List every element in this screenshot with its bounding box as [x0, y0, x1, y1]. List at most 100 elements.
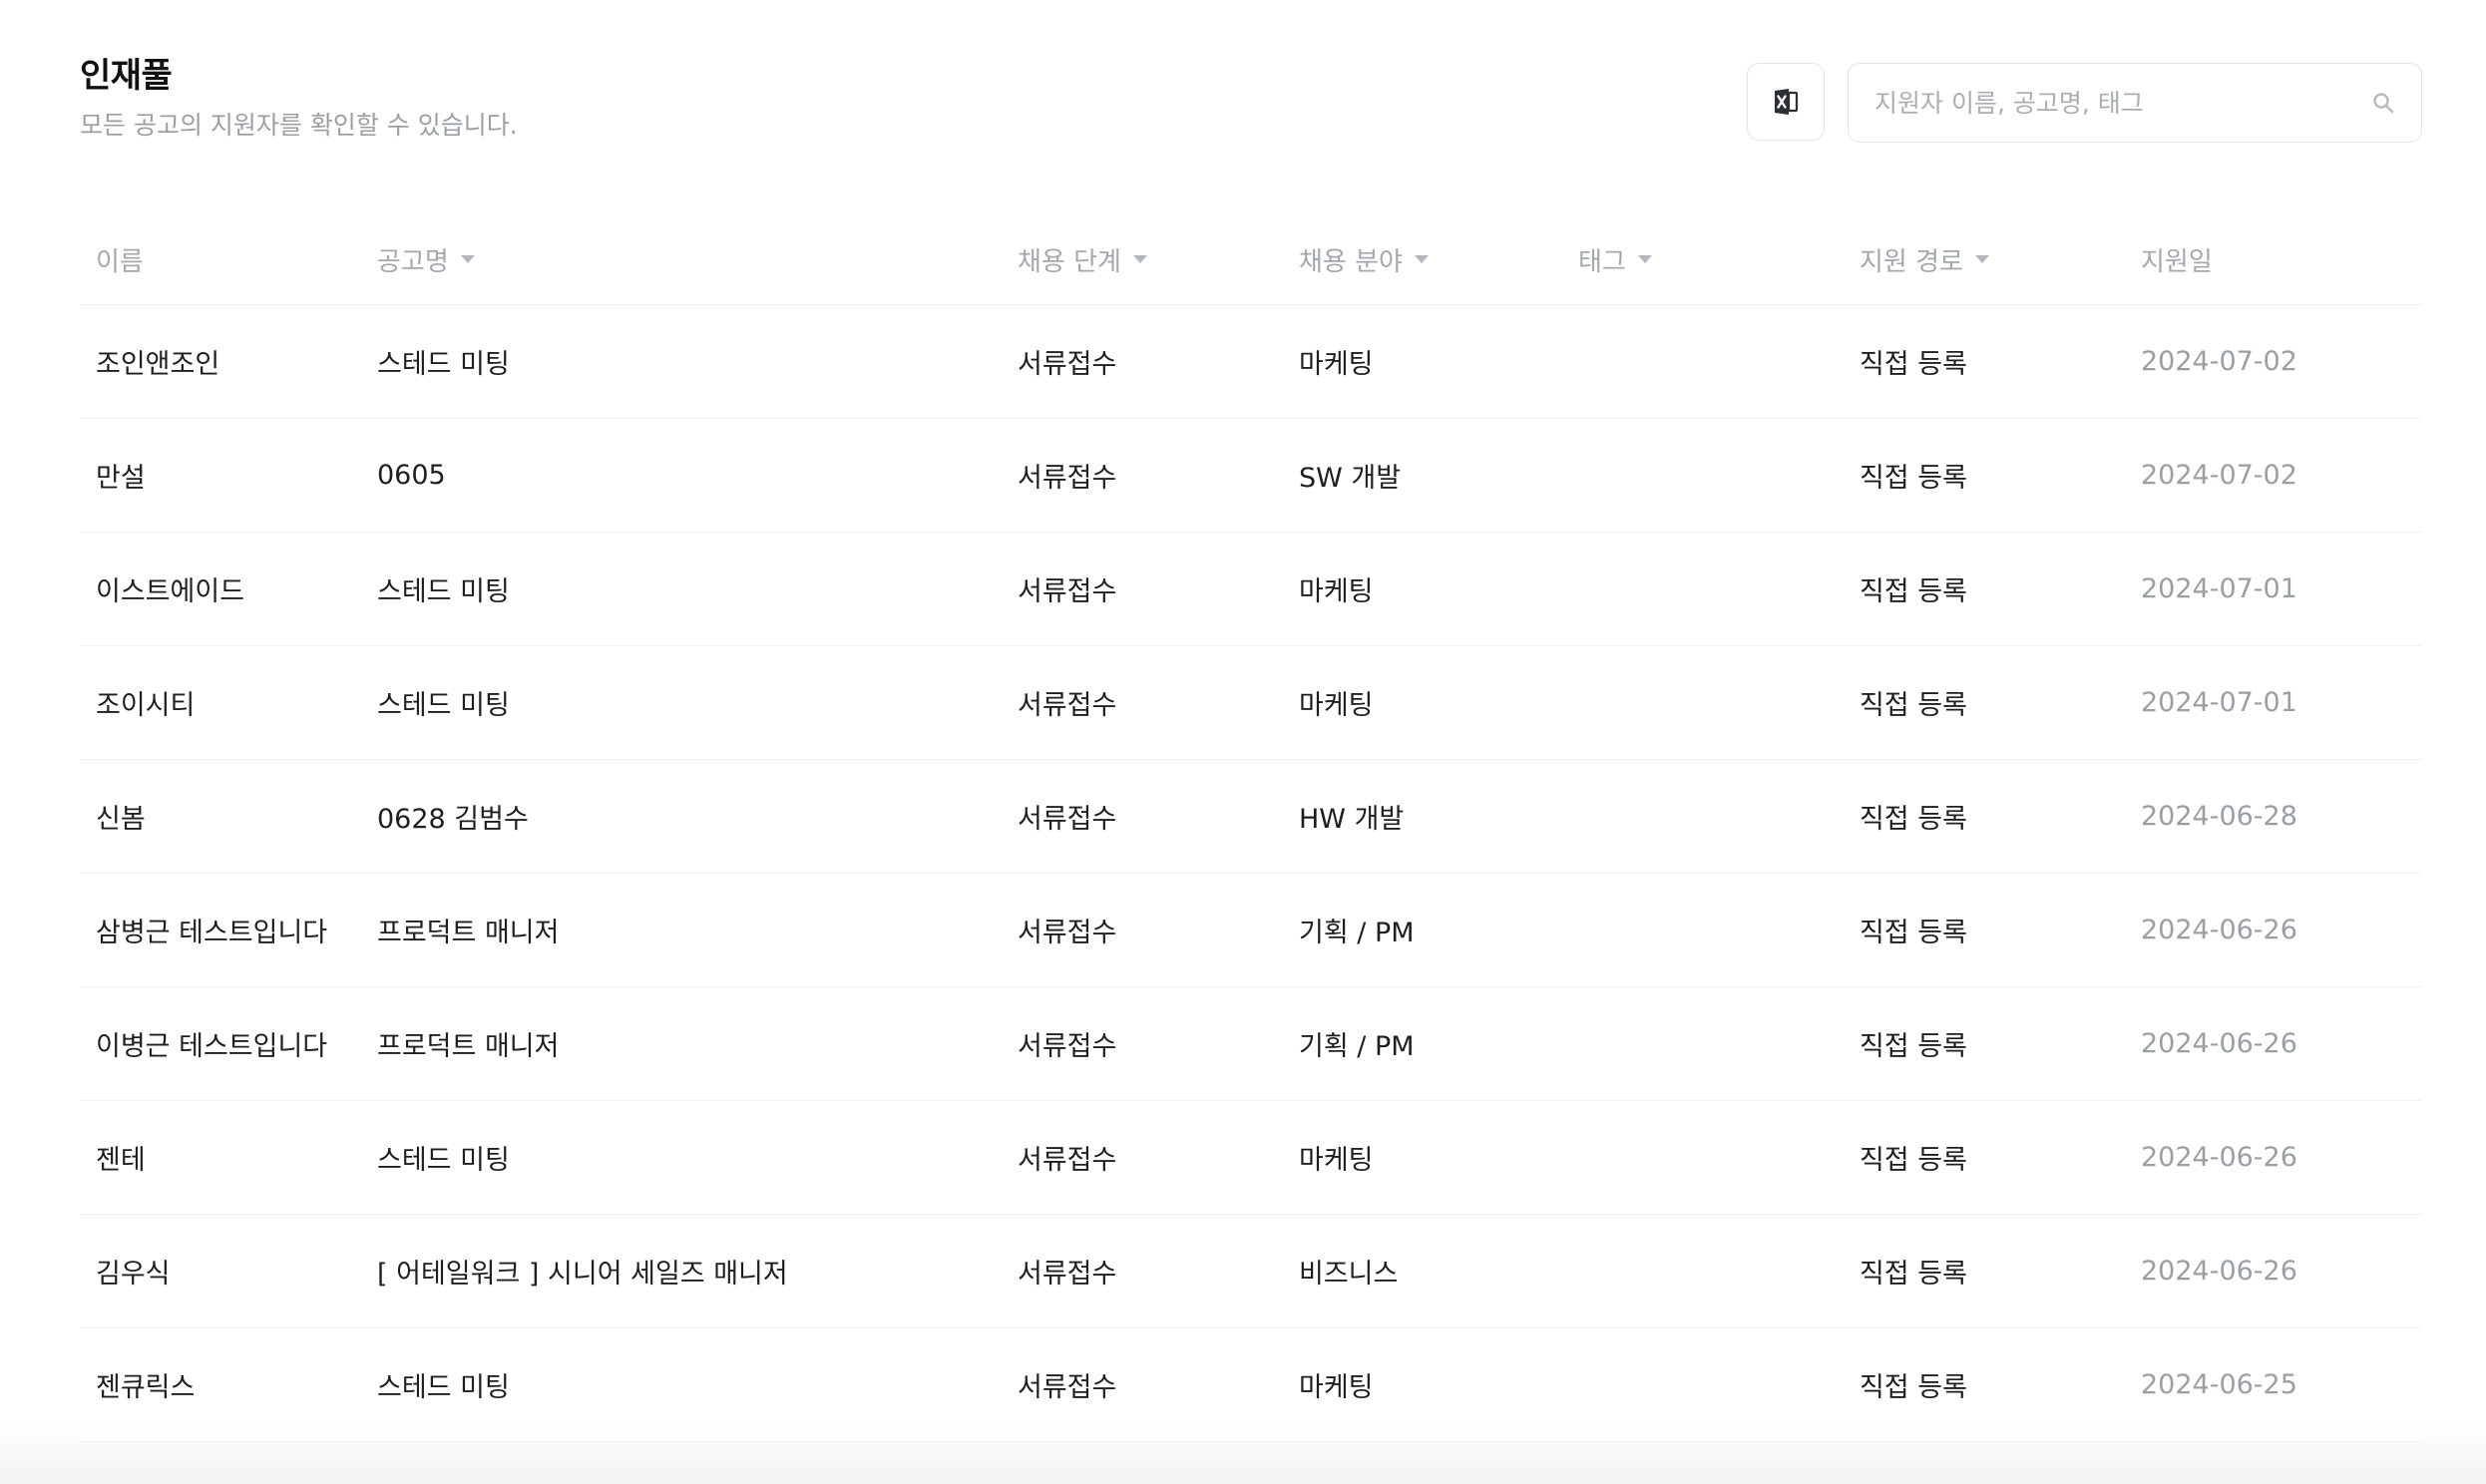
cell-field: SW 개발 — [1299, 463, 1402, 494]
cell-field: 기획 / PM — [1299, 1031, 1415, 1062]
column-header-label: 지원 경로 — [1860, 246, 1963, 277]
cell-name: 젠테 — [96, 1145, 146, 1176]
cell-field: 마케팅 — [1299, 1145, 1374, 1176]
cell-date: 2024-06-26 — [2141, 1028, 2297, 1059]
cell-date: 2024-06-26 — [2141, 1142, 2297, 1173]
cell-date: 2024-06-26 — [2141, 915, 2297, 945]
cell-source: 직접 등록 — [1860, 463, 1967, 494]
column-header-source[interactable]: 지원 경로 — [1860, 214, 1989, 304]
cell-field: 비즈니스 — [1299, 1259, 1399, 1290]
cell-field: 기획 / PM — [1299, 918, 1415, 948]
cell-stage: 서류접수 — [1018, 1031, 1117, 1062]
table-row[interactable]: 젠테 스테드 미팅 서류접수 마케팅 직접 등록 2024-06-26 — [80, 1101, 2422, 1215]
search-box[interactable] — [1848, 63, 2422, 143]
cell-job: 스테드 미팅 — [377, 349, 510, 380]
cell-source: 직접 등록 — [1860, 690, 1967, 721]
sort-dropdown-caret-icon[interactable] — [1637, 255, 1652, 263]
page-header: 인재풀 모든 공고의 지원자를 확인할 수 있습니다. — [80, 52, 518, 144]
cell-name: 이병근 테스트입니다 — [96, 1031, 328, 1062]
cell-name: 김우식 — [96, 1259, 171, 1290]
cell-stage: 서류접수 — [1018, 1145, 1117, 1176]
cell-field: HW 개발 — [1299, 804, 1405, 835]
column-header-label: 지원일 — [2141, 246, 2213, 277]
table-row[interactable]: 이스트에이드 스테드 미팅 서류접수 마케팅 직접 등록 2024-07-01 — [80, 533, 2422, 646]
cell-source: 직접 등록 — [1860, 804, 1967, 835]
cell-stage: 서류접수 — [1018, 804, 1117, 835]
column-header-label: 공고명 — [377, 246, 449, 277]
sort-dropdown-caret-icon[interactable] — [460, 255, 475, 263]
cell-date: 2024-06-25 — [2141, 1369, 2297, 1400]
sort-dropdown-caret-icon[interactable] — [1132, 255, 1147, 263]
cell-name: 만설 — [96, 463, 146, 494]
table-row[interactable]: 신봄 0628 김범수 서류접수 HW 개발 직접 등록 2024-06-28 — [80, 760, 2422, 874]
cell-job: 스테드 미팅 — [377, 690, 510, 721]
cell-source: 직접 등록 — [1860, 1259, 1967, 1290]
table-header: 이름 공고명 채용 단계 채용 분야 태그 지원 경로 지원일 — [80, 214, 2422, 305]
applicant-table: 이름 공고명 채용 단계 채용 분야 태그 지원 경로 지원일 조인앤조인 스테드 미팅 서류접… — [80, 214, 2422, 1442]
column-header-stage[interactable]: 채용 단계 — [1018, 214, 1147, 304]
table-row[interactable]: 삼병근 테스트입니다 프로덕트 매니저 서류접수 기획 / PM 직접 등록 2024-0… — [80, 874, 2422, 987]
talent-pool-page: 인재풀 모든 공고의 지원자를 확인할 수 있습니다. 이름 공고명 채용 단계 채용… — [0, 0, 2486, 1484]
cell-source: 직접 등록 — [1860, 349, 1967, 380]
search-icon[interactable] — [2371, 91, 2395, 115]
table-row[interactable]: 젠큐릭스 스테드 미팅 서류접수 마케팅 직접 등록 2024-06-25 — [80, 1328, 2422, 1442]
cell-field: 마케팅 — [1299, 576, 1374, 607]
cell-stage: 서류접수 — [1018, 690, 1117, 721]
cell-date: 2024-06-28 — [2141, 801, 2297, 832]
cell-name: 신봄 — [96, 804, 146, 835]
table-body: 조인앤조인 스테드 미팅 서류접수 마케팅 직접 등록 2024-07-02 만설 0605 서… — [80, 305, 2422, 1442]
column-header-field[interactable]: 채용 분야 — [1299, 214, 1429, 304]
column-header-date: 지원일 — [2141, 214, 2213, 304]
table-row[interactable]: 조인앤조인 스테드 미팅 서류접수 마케팅 직접 등록 2024-07-02 — [80, 305, 2422, 419]
search-input[interactable] — [1872, 64, 2345, 143]
cell-job: 스테드 미팅 — [377, 576, 510, 607]
table-row[interactable]: 만설 0605 서류접수 SW 개발 직접 등록 2024-07-02 — [80, 419, 2422, 533]
sort-dropdown-caret-icon[interactable] — [1974, 255, 1989, 263]
cell-stage: 서류접수 — [1018, 576, 1117, 607]
column-header-tag[interactable]: 태그 — [1578, 214, 1652, 304]
cell-date: 2024-07-01 — [2141, 573, 2297, 604]
table-row[interactable]: 이병근 테스트입니다 프로덕트 매니저 서류접수 기획 / PM 직접 등록 2024-0… — [80, 987, 2422, 1101]
column-header-label: 채용 단계 — [1018, 246, 1121, 277]
table-row[interactable]: 조이시티 스테드 미팅 서류접수 마케팅 직접 등록 2024-07-01 — [80, 646, 2422, 760]
cell-stage: 서류접수 — [1018, 349, 1117, 380]
cell-source: 직접 등록 — [1860, 1372, 1967, 1403]
cell-name: 조인앤조인 — [96, 349, 220, 380]
cell-source: 직접 등록 — [1860, 1031, 1967, 1062]
sort-dropdown-caret-icon[interactable] — [1414, 255, 1429, 263]
column-header-job[interactable]: 공고명 — [377, 214, 475, 304]
page-subtitle: 모든 공고의 지원자를 확인할 수 있습니다. — [80, 111, 518, 140]
cell-job: 0605 — [377, 460, 446, 491]
excel-export-icon — [1775, 89, 1799, 115]
cell-date: 2024-07-02 — [2141, 346, 2297, 377]
cell-stage: 서류접수 — [1018, 463, 1117, 494]
cell-field: 마케팅 — [1299, 349, 1374, 380]
column-header-label: 이름 — [96, 246, 144, 277]
cell-name: 조이시티 — [96, 690, 196, 721]
cell-field: 마케팅 — [1299, 1372, 1374, 1403]
cell-stage: 서류접수 — [1018, 1372, 1117, 1403]
page-title: 인재풀 — [80, 56, 173, 96]
cell-job: [ 어테일워크 ] 시니어 세일즈 매니저 — [377, 1259, 788, 1290]
cell-date: 2024-07-02 — [2141, 460, 2297, 491]
cell-job: 프로덕트 매니저 — [377, 918, 560, 948]
column-header-label: 채용 분야 — [1299, 246, 1403, 277]
cell-stage: 서류접수 — [1018, 918, 1117, 948]
cell-source: 직접 등록 — [1860, 576, 1967, 607]
cell-name: 삼병근 테스트입니다 — [96, 918, 328, 948]
cell-stage: 서류접수 — [1018, 1259, 1117, 1290]
cell-date: 2024-07-01 — [2141, 687, 2297, 718]
cell-source: 직접 등록 — [1860, 918, 1967, 948]
table-row[interactable]: 김우식 [ 어테일워크 ] 시니어 세일즈 매니저 서류접수 비즈니스 직접 등록 202… — [80, 1215, 2422, 1328]
cell-source: 직접 등록 — [1860, 1145, 1967, 1176]
cell-name: 이스트에이드 — [96, 576, 245, 607]
column-header-label: 태그 — [1578, 246, 1626, 277]
column-header-name: 이름 — [96, 214, 144, 304]
excel-export-button[interactable] — [1747, 63, 1825, 141]
cell-date: 2024-06-26 — [2141, 1256, 2297, 1287]
cell-job: 스테드 미팅 — [377, 1145, 510, 1176]
cell-name: 젠큐릭스 — [96, 1372, 196, 1403]
cell-job: 스테드 미팅 — [377, 1372, 510, 1403]
cell-job: 0628 김범수 — [377, 804, 529, 835]
cell-job: 프로덕트 매니저 — [377, 1031, 560, 1062]
